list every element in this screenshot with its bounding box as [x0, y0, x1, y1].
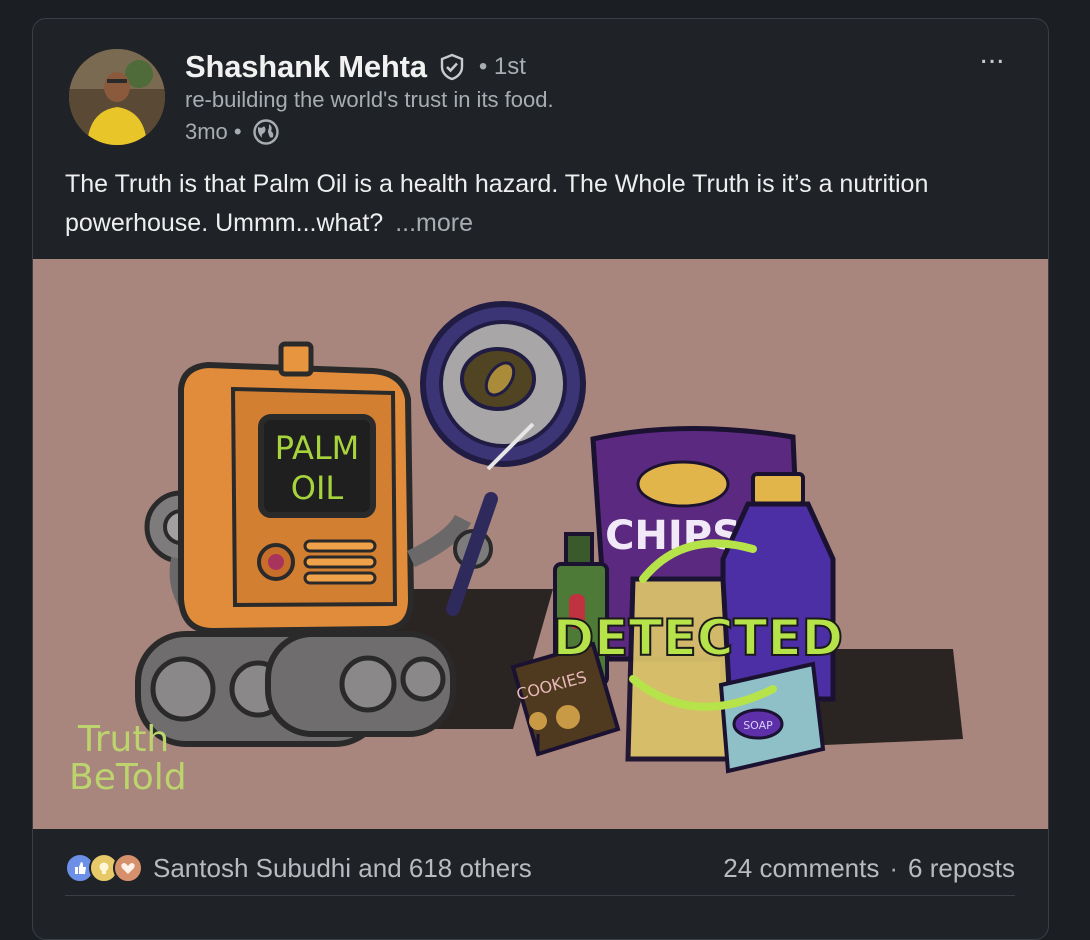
connection-degree: • 1st [478, 53, 526, 80]
author-name[interactable]: Shashank Mehta [185, 49, 427, 85]
see-more-link[interactable]: ...more [395, 209, 473, 237]
separator-dot: · [889, 852, 899, 883]
watermark-truth: Truth [77, 719, 169, 760]
reposts-count[interactable]: 6 reposts [908, 853, 1015, 884]
avatar-photo [69, 49, 165, 145]
oil-label: OIL [291, 469, 344, 507]
palm-label: PALM [275, 429, 360, 467]
post-time-row: 3mo • [185, 118, 280, 146]
avatar[interactable] [69, 49, 165, 145]
love-reaction-icon [113, 853, 143, 883]
post-image[interactable]: PALM OIL CHIPS COOKIES SOAP DETECTED Tru… [33, 259, 1048, 829]
engagement-stats: 24 comments · 6 reposts [723, 853, 1015, 884]
reaction-icons [65, 853, 143, 883]
illustration: PALM OIL CHIPS COOKIES SOAP DETECTED Tru… [69, 301, 963, 798]
more-options-icon: ... [979, 37, 1005, 70]
reactions-summary[interactable]: Santosh Subudhi and 618 others [65, 853, 532, 884]
author-row: Shashank Mehta • 1st [185, 47, 526, 87]
soap-label: SOAP [743, 719, 773, 732]
post-time: 3mo • [185, 119, 242, 144]
detected-stamp: DETECTED [553, 609, 843, 667]
watermark-betold: BeTold [69, 757, 187, 798]
post-card: Shashank Mehta • 1st re-building the wor… [32, 18, 1049, 940]
verified-shield-icon [437, 52, 467, 82]
comments-count[interactable]: 24 comments [723, 853, 879, 884]
post-body: The Truth is that Palm Oil is a health h… [65, 170, 929, 237]
more-options-button[interactable]: ... [972, 39, 1012, 77]
reactions-text: Santosh Subudhi and 618 others [153, 852, 532, 883]
globe-icon [252, 118, 280, 146]
post-text: The Truth is that Palm Oil is a health h… [65, 165, 995, 243]
author-headline: re-building the world's trust in its foo… [185, 87, 554, 112]
social-counts-bar: Santosh Subudhi and 618 others 24 commen… [65, 841, 1015, 896]
